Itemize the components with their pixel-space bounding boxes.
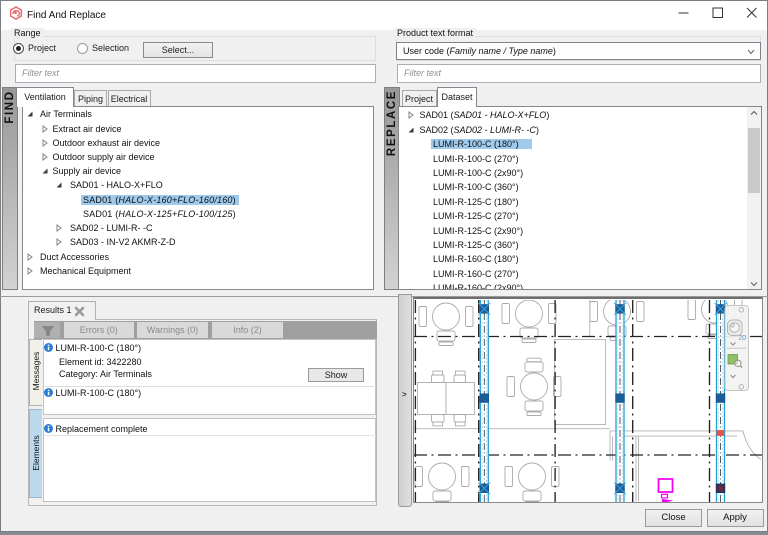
svg-text:2D: 2D [739,334,748,341]
